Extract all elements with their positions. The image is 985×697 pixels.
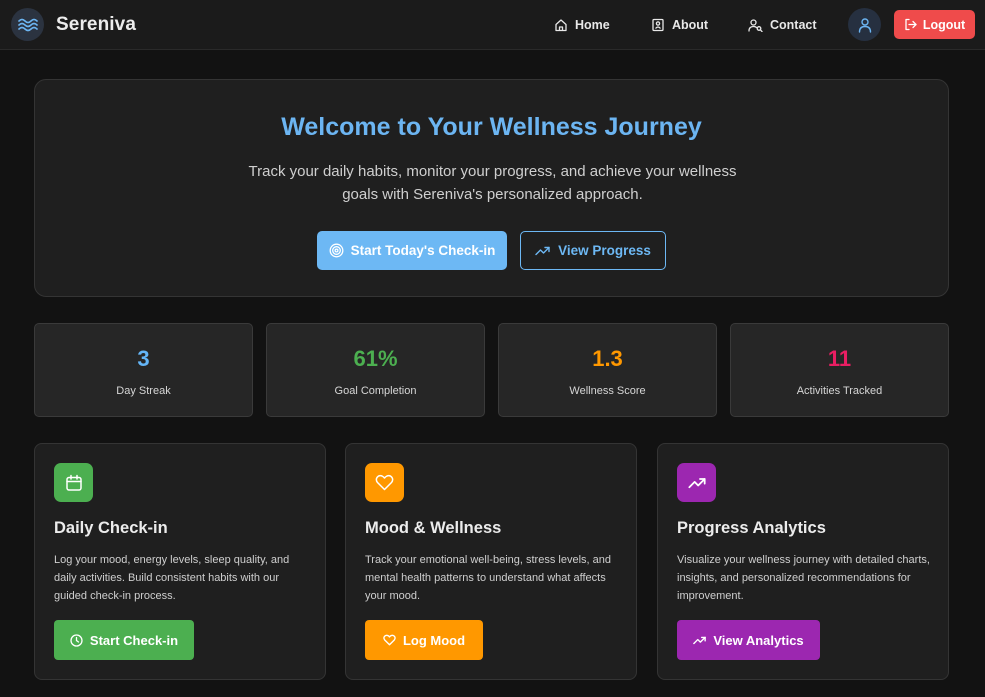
stat-value: 1.3 — [592, 346, 623, 371]
nav-link-label: About — [672, 18, 709, 32]
card-description: Track your emotional well-being, stress … — [365, 554, 611, 602]
heart-icon — [383, 634, 396, 646]
card-title: Mood & Wellness — [365, 519, 502, 537]
stat-value: 11 — [827, 346, 852, 371]
card-button-label: View Analytics — [713, 632, 804, 648]
stat-value: 3 — [137, 346, 150, 371]
welcome-hero: Welcome to Your Wellness Journey Track y… — [34, 79, 949, 297]
stat-value: 61% — [353, 346, 398, 371]
card-description: Log your mood, energy levels, sleep qual… — [54, 554, 290, 602]
brand-name[interactable]: Sereniva — [56, 14, 136, 36]
view-analytics-button[interactable]: View Analytics — [677, 620, 820, 660]
logout-button[interactable]: Logout — [894, 10, 975, 39]
card-title: Daily Check-in — [54, 519, 168, 537]
stat-activities-tracked: 11 Activities Tracked — [730, 323, 949, 417]
card-button-label: Start Check-in — [89, 632, 179, 648]
user-icon — [857, 17, 873, 33]
nav-link-label: Home — [575, 18, 610, 32]
trending-up-icon — [677, 463, 716, 502]
hero-subtitle: Track your daily habits, monitor your pr… — [248, 163, 737, 203]
home-icon — [554, 18, 568, 32]
stat-day-streak: 3 Day Streak — [34, 323, 253, 417]
log-mood-button[interactable]: Log Mood — [365, 620, 483, 660]
card-daily-checkin: Daily Check-in Log your mood, energy lev… — [34, 443, 326, 680]
view-progress-button[interactable]: View Progress — [520, 231, 666, 270]
stat-goal-completion: 61% Goal Completion — [266, 323, 485, 417]
view-progress-label: View Progress — [558, 243, 651, 258]
waves-icon[interactable] — [11, 8, 44, 41]
nav-link-about[interactable]: About — [651, 16, 708, 34]
stat-wellness-score: 1.3 Wellness Score — [498, 323, 717, 417]
calendar-icon — [54, 463, 93, 502]
card-title: Progress Analytics — [677, 519, 826, 537]
clock-icon — [70, 633, 83, 647]
start-checkin-label: Start Today's Check-in — [350, 243, 496, 258]
navbar: Sereniva Home About Contact Logout — [0, 0, 985, 50]
about-icon — [651, 18, 665, 32]
logout-icon — [904, 18, 917, 31]
card-description: Visualize your wellness journey with det… — [677, 554, 930, 602]
contact-icon — [748, 18, 763, 32]
nav-link-home[interactable]: Home — [554, 16, 610, 34]
card-progress-analytics: Progress Analytics Visualize your wellne… — [657, 443, 949, 680]
hero-title: Welcome to Your Wellness Journey — [281, 113, 702, 141]
heart-icon — [365, 463, 404, 502]
user-profile-button[interactable] — [848, 8, 881, 41]
stat-label: Wellness Score — [569, 385, 646, 397]
start-checkin-button[interactable]: Start Today's Check-in — [317, 231, 507, 270]
logout-label: Logout — [922, 17, 966, 32]
stat-label: Activities Tracked — [796, 385, 883, 397]
target-icon — [329, 243, 344, 258]
card-mood-wellness: Mood & Wellness Track your emotional wel… — [345, 443, 637, 680]
start-checkin-card-button[interactable]: Start Check-in — [54, 620, 194, 660]
nav-link-contact[interactable]: Contact — [748, 16, 817, 34]
trending-up-icon — [693, 635, 707, 645]
nav-link-label: Contact — [770, 18, 817, 32]
card-button-label: Log Mood — [402, 632, 466, 648]
stat-label: Day Streak — [116, 385, 171, 397]
trending-up-icon — [535, 245, 550, 256]
stat-label: Goal Completion — [334, 385, 417, 397]
